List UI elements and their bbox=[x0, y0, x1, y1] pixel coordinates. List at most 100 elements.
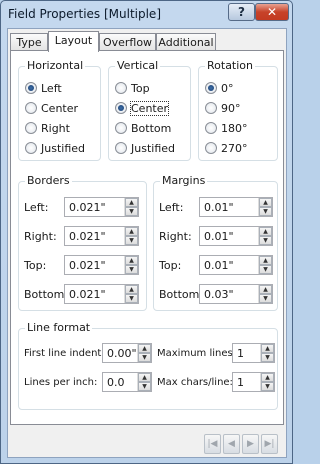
spin-down-icon[interactable]: ▼ bbox=[261, 353, 274, 362]
spinner-value: 0.01" bbox=[204, 229, 234, 243]
spin-up-icon[interactable]: ▲ bbox=[259, 198, 272, 207]
line-format-legend: Line format bbox=[25, 321, 93, 334]
lines-per-inch-spinner[interactable]: 0.0 ▲ ▼ bbox=[102, 372, 152, 392]
spinner-value: 0.03" bbox=[204, 287, 234, 301]
title-bar[interactable]: Field Properties [Multiple] ? ✕ bbox=[1, 1, 292, 27]
margin-right-spinner[interactable]: 0.01" ▲ ▼ bbox=[199, 226, 273, 246]
spinner-value: 0.021" bbox=[69, 287, 106, 301]
spinner-value: 0.01" bbox=[204, 258, 234, 272]
border-right-spinner[interactable]: 0.021" ▲ ▼ bbox=[64, 226, 139, 246]
rotation-90-radio[interactable]: 90° bbox=[205, 100, 241, 116]
margin-bottom-row: Bottom: 0.03" ▲ ▼ bbox=[159, 284, 273, 304]
spin-up-icon[interactable]: ▲ bbox=[125, 198, 138, 207]
horizontal-legend: Horizontal bbox=[25, 59, 86, 72]
window-title: Field Properties [Multiple] bbox=[8, 7, 161, 21]
rotation-180-radio[interactable]: 180° bbox=[205, 120, 248, 136]
radio-label: Top bbox=[131, 81, 150, 95]
radio-label: Center bbox=[129, 100, 170, 116]
spin-up-icon[interactable]: ▲ bbox=[259, 256, 272, 265]
spin-up-icon[interactable]: ▲ bbox=[125, 227, 138, 236]
spin-down-icon[interactable]: ▼ bbox=[259, 265, 272, 274]
horizontal-justified-radio[interactable]: Justified bbox=[25, 140, 85, 156]
margin-left-spinner[interactable]: 0.01" ▲ ▼ bbox=[199, 197, 273, 217]
spin-up-icon[interactable]: ▲ bbox=[261, 344, 274, 353]
field-label: Maximum lines: bbox=[157, 347, 237, 359]
first-icon[interactable]: |◀ bbox=[204, 434, 221, 454]
line-format-group: Line format First line indent: 0.00" ▲ ▼ … bbox=[18, 321, 278, 410]
vertical-bottom-radio[interactable]: Bottom bbox=[115, 120, 171, 136]
spin-down-icon[interactable]: ▼ bbox=[125, 265, 138, 274]
vertical-top-radio[interactable]: Top bbox=[115, 80, 150, 96]
border-top-row: Top: 0.021" ▲ ▼ bbox=[24, 255, 139, 275]
margin-right-row: Right: 0.01" ▲ ▼ bbox=[159, 226, 273, 246]
first-indent-spinner[interactable]: 0.00" ▲ ▼ bbox=[102, 343, 152, 363]
help-button[interactable]: ? bbox=[228, 3, 255, 21]
vertical-legend: Vertical bbox=[115, 59, 161, 72]
spin-up-icon[interactable]: ▲ bbox=[261, 373, 274, 382]
max-chars-spinner[interactable]: 1 ▲ ▼ bbox=[232, 372, 275, 392]
field-properties-window: Field Properties [Multiple] ? ✕ Type Lay… bbox=[0, 0, 293, 464]
radio-icon bbox=[115, 122, 127, 134]
vertical-justified-radio[interactable]: Justified bbox=[115, 140, 175, 156]
spin-up-icon[interactable]: ▲ bbox=[138, 373, 151, 382]
radio-icon bbox=[205, 122, 217, 134]
vertical-center-radio[interactable]: Center bbox=[115, 100, 170, 116]
margin-top-row: Top: 0.01" ▲ ▼ bbox=[159, 255, 273, 275]
border-top-spinner[interactable]: 0.021" ▲ ▼ bbox=[64, 255, 139, 275]
field-label: Right: bbox=[159, 229, 192, 243]
previous-icon[interactable]: ◀ bbox=[223, 434, 240, 454]
horizontal-left-radio[interactable]: Left bbox=[25, 80, 62, 96]
last-icon[interactable]: ▶| bbox=[261, 434, 278, 454]
rotation-0-radio[interactable]: 0° bbox=[205, 80, 234, 96]
close-button[interactable]: ✕ bbox=[255, 3, 289, 21]
radio-label: Center bbox=[41, 101, 79, 115]
tab-layout[interactable]: Layout bbox=[48, 31, 99, 52]
field-label: Top: bbox=[159, 258, 182, 272]
field-label: Left: bbox=[159, 200, 184, 214]
spin-down-icon[interactable]: ▼ bbox=[261, 382, 274, 391]
rotation-270-radio[interactable]: 270° bbox=[205, 140, 248, 156]
next-icon[interactable]: ▶ bbox=[242, 434, 259, 454]
radio-icon bbox=[25, 102, 37, 114]
dialog-body: Type Layout Overflow Additional Horizont… bbox=[7, 28, 287, 458]
spin-down-icon[interactable]: ▼ bbox=[259, 236, 272, 245]
tab-overflow[interactable]: Overflow bbox=[99, 33, 156, 51]
radio-icon bbox=[115, 82, 127, 94]
spin-down-icon[interactable]: ▼ bbox=[125, 294, 138, 303]
tab-additional[interactable]: Additional bbox=[156, 33, 216, 51]
spin-down-icon[interactable]: ▼ bbox=[125, 207, 138, 216]
margins-legend: Margins bbox=[160, 174, 208, 187]
tab-type[interactable]: Type bbox=[10, 33, 48, 51]
radio-icon bbox=[205, 102, 217, 114]
margin-top-spinner[interactable]: 0.01" ▲ ▼ bbox=[199, 255, 273, 275]
spin-up-icon[interactable]: ▲ bbox=[259, 285, 272, 294]
field-label: Right: bbox=[24, 229, 57, 243]
border-bottom-spinner[interactable]: 0.021" ▲ ▼ bbox=[64, 284, 139, 304]
field-label: Bottom: bbox=[159, 287, 204, 301]
spin-up-icon[interactable]: ▲ bbox=[259, 227, 272, 236]
tab-strip: Type Layout Overflow Additional bbox=[8, 31, 286, 52]
horizontal-center-radio[interactable]: Center bbox=[25, 100, 78, 116]
radio-label: Justified bbox=[131, 141, 175, 155]
spin-up-icon[interactable]: ▲ bbox=[138, 344, 151, 353]
spin-down-icon[interactable]: ▼ bbox=[138, 353, 151, 362]
field-label: Left: bbox=[24, 200, 49, 214]
spin-down-icon[interactable]: ▼ bbox=[125, 236, 138, 245]
radio-checked-icon bbox=[205, 82, 217, 94]
spin-up-icon[interactable]: ▲ bbox=[125, 285, 138, 294]
max-chars-row: Max chars/line: 1 ▲ ▼ bbox=[157, 372, 275, 392]
rotation-legend: Rotation bbox=[205, 59, 256, 72]
spin-down-icon[interactable]: ▼ bbox=[259, 207, 272, 216]
spin-down-icon[interactable]: ▼ bbox=[138, 382, 151, 391]
rotation-group: Rotation 0° 90° 180° 270° bbox=[198, 59, 278, 161]
spinner-value: 1 bbox=[237, 346, 244, 360]
field-label: Top: bbox=[24, 258, 47, 272]
spin-down-icon[interactable]: ▼ bbox=[259, 294, 272, 303]
border-left-spinner[interactable]: 0.021" ▲ ▼ bbox=[64, 197, 139, 217]
radio-label: 0° bbox=[221, 81, 234, 95]
spin-up-icon[interactable]: ▲ bbox=[125, 256, 138, 265]
horizontal-right-radio[interactable]: Right bbox=[25, 120, 70, 136]
radio-label: 270° bbox=[221, 141, 248, 155]
margin-bottom-spinner[interactable]: 0.03" ▲ ▼ bbox=[199, 284, 273, 304]
max-lines-spinner[interactable]: 1 ▲ ▼ bbox=[232, 343, 275, 363]
